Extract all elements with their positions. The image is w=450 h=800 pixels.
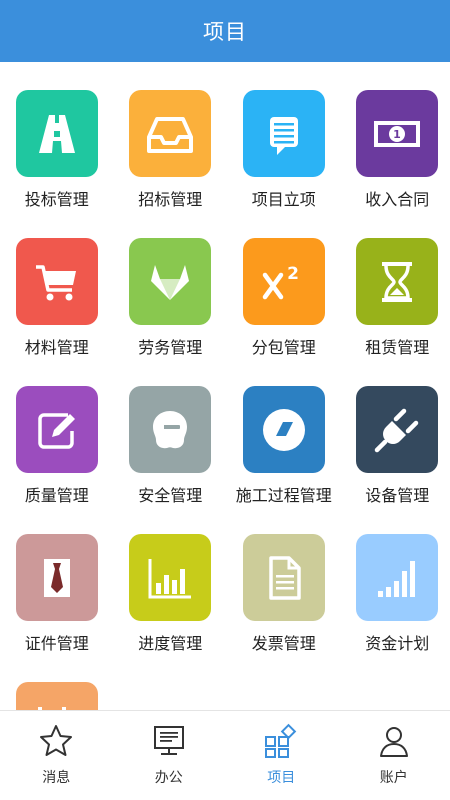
module-income-contract[interactable]: 1 收入合同	[341, 62, 450, 210]
module-partial-item[interactable]	[0, 654, 114, 710]
edit-icon	[38, 412, 75, 449]
project-module-grid: 投标管理 招标管理 项目立项 1 收入合同 材料管理 劳务管理 2 分包管理 租…	[0, 62, 450, 710]
module-tender-management[interactable]: 招标管理	[114, 62, 228, 210]
module-bid-management[interactable]: 投标管理	[0, 62, 114, 210]
module-label: 设备管理	[365, 486, 430, 505]
module-tile	[15, 534, 98, 621]
module-label: 发票管理	[251, 634, 316, 653]
module-subcontract-management[interactable]: 2 分包管理	[227, 210, 341, 358]
page-title: 项目	[203, 20, 247, 44]
module-label: 招标管理	[138, 190, 203, 209]
banknote-icon: 1	[374, 120, 421, 147]
module-tile	[242, 386, 325, 473]
project-grid-area[interactable]: 投标管理 招标管理 项目立项 1 收入合同 材料管理 劳务管理 2 分包管理 租…	[0, 62, 450, 710]
tab-office[interactable]: 办公	[113, 711, 226, 800]
inbox-icon	[147, 116, 194, 153]
module-label: 投标管理	[24, 190, 89, 209]
tab-projects[interactable]: 项目	[225, 711, 338, 800]
module-label: 证件管理	[24, 634, 89, 653]
tab-label: 账户	[379, 770, 408, 786]
signal-icon	[378, 560, 416, 597]
user-icon	[379, 727, 408, 757]
module-lease-management[interactable]: 租赁管理	[341, 210, 450, 358]
tab-messages[interactable]: 消息	[0, 711, 113, 800]
cart-icon	[35, 264, 76, 300]
tie-icon	[43, 558, 70, 597]
module-tile	[15, 386, 98, 473]
module-construction-process[interactable]: 施工过程管理	[227, 358, 341, 506]
module-tile	[15, 238, 98, 325]
list-icon	[269, 116, 298, 155]
module-tile	[129, 238, 212, 325]
module-fund-plan[interactable]: 资金计划	[341, 506, 450, 654]
superscript-icon: 2	[262, 264, 299, 299]
plug-icon	[375, 408, 419, 452]
module-tile	[129, 90, 212, 177]
module-safety-management[interactable]: 安全管理	[114, 358, 228, 506]
module-tile	[15, 682, 98, 710]
wechat-icon	[153, 410, 188, 448]
module-tile: 1	[356, 90, 439, 177]
module-label: 材料管理	[24, 338, 89, 357]
module-label: 进度管理	[138, 634, 203, 653]
module-tile	[356, 238, 439, 325]
module-material-management[interactable]: 材料管理	[0, 210, 114, 358]
document-icon	[269, 555, 301, 600]
module-tile	[129, 534, 212, 621]
module-label: 质量管理	[24, 486, 89, 505]
partial-icon	[37, 707, 66, 710]
module-label: 项目立项	[251, 190, 316, 209]
monitor-icon	[153, 726, 184, 755]
module-label: 收入合同	[365, 190, 430, 209]
module-label: 资金计划	[365, 634, 430, 653]
module-label: 安全管理	[138, 486, 203, 505]
module-equipment-management[interactable]: 设备管理	[341, 358, 450, 506]
tab-account[interactable]: 账户	[338, 711, 450, 800]
svg-text:2: 2	[287, 264, 299, 284]
module-tile	[356, 386, 439, 473]
module-label: 施工过程管理	[235, 486, 332, 505]
module-tile	[242, 534, 325, 621]
svg-text:1: 1	[393, 128, 401, 141]
apps-icon	[265, 723, 297, 758]
header-bar: 项目	[0, 0, 450, 62]
tab-label: 项目	[267, 770, 296, 786]
road-icon	[38, 114, 75, 153]
gitlab-icon	[151, 264, 190, 300]
tab-label: 消息	[42, 770, 71, 786]
module-invoice-management[interactable]: 发票管理	[227, 506, 341, 654]
module-tile	[129, 386, 212, 473]
module-certificate-management[interactable]: 证件管理	[0, 506, 114, 654]
module-progress-management[interactable]: 进度管理	[114, 506, 228, 654]
module-label: 租赁管理	[365, 338, 430, 357]
hourglass-icon	[382, 261, 413, 302]
module-tile	[15, 90, 98, 177]
module-project-initiation[interactable]: 项目立项	[227, 62, 341, 210]
star-icon	[40, 725, 73, 756]
module-labor-management[interactable]: 劳务管理	[114, 210, 228, 358]
eraser-icon	[262, 408, 305, 451]
module-tile	[356, 534, 439, 621]
bottom-tab-bar: 消息 办公 项目 账户	[0, 710, 450, 800]
bar-chart-icon	[148, 558, 192, 598]
module-label: 分包管理	[251, 338, 316, 357]
module-label: 劳务管理	[138, 338, 203, 357]
module-tile: 2	[242, 238, 325, 325]
tab-label: 办公	[154, 770, 183, 786]
module-tile	[242, 90, 325, 177]
module-quality-management[interactable]: 质量管理	[0, 358, 114, 506]
